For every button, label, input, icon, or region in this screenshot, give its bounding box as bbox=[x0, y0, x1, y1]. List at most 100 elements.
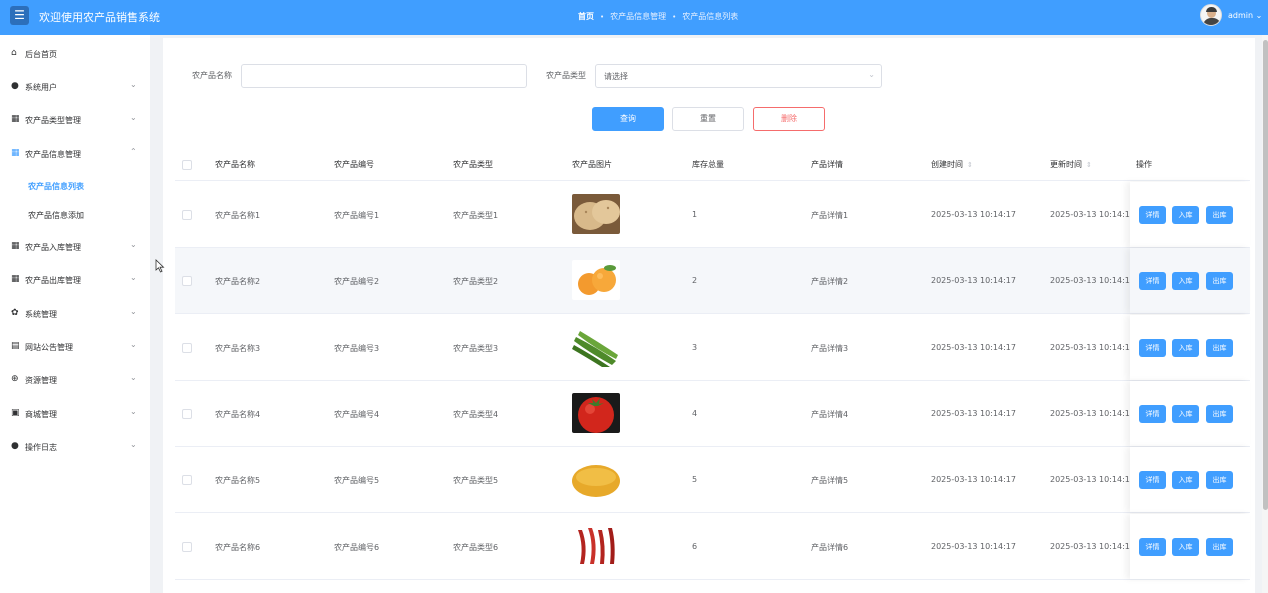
sidebar-subitem-product-list[interactable]: 农产品信息列表 bbox=[0, 176, 150, 196]
sidebar-item-product-info[interactable]: ▦ 农产品信息管理 ⌃ bbox=[0, 144, 150, 164]
sort-icon[interactable]: ⇕ bbox=[967, 161, 973, 169]
breadcrumb-home[interactable]: 首页 bbox=[578, 11, 594, 22]
cell-updated-time: 2025-03-13 10:14:17 bbox=[1050, 210, 1135, 219]
sidebar-item-system[interactable]: ✿ 系统管理 ⌄ bbox=[0, 304, 150, 324]
chili-image[interactable] bbox=[572, 525, 620, 566]
sidebar-item-stock-out[interactable]: ▦ 农产品出库管理 ⌄ bbox=[0, 270, 150, 290]
stock-out-button[interactable]: 出库 bbox=[1206, 338, 1233, 357]
home-icon: ⌂ bbox=[11, 48, 17, 58]
cell-name: 农产品名称2 bbox=[215, 277, 261, 287]
menu-toggle-icon[interactable]: ☰ bbox=[10, 6, 29, 25]
cell-stock: 3 bbox=[692, 342, 698, 352]
column-header: 农产品类型 bbox=[453, 160, 493, 169]
row-checkbox[interactable] bbox=[182, 475, 192, 486]
cell-detail: 产品详情5 bbox=[811, 476, 849, 486]
sidebar-item-label: 资源管理 bbox=[25, 376, 57, 385]
row-checkbox[interactable] bbox=[182, 541, 192, 552]
grid-icon: ▦ bbox=[11, 274, 20, 284]
stock-out-button[interactable]: 出库 bbox=[1206, 471, 1233, 490]
stock-out-button[interactable]: 出库 bbox=[1206, 537, 1233, 556]
sidebar-item-home[interactable]: ⌂ 后台首页 bbox=[0, 44, 150, 64]
column-header-sortable[interactable]: 更新时间 ⇕ bbox=[1050, 159, 1092, 170]
user-name: admin bbox=[1228, 11, 1254, 20]
sidebar-item-label: 农产品入库管理 bbox=[25, 243, 81, 252]
column-header: 库存总量 bbox=[692, 160, 724, 169]
table-row[interactable]: 农产品名称3 农产品编号3 农产品类型3 3 产品详情3 2025-03-13 10:14… bbox=[175, 314, 1250, 381]
row-checkbox[interactable] bbox=[182, 408, 192, 419]
tomato-image[interactable] bbox=[572, 392, 620, 433]
row-checkbox[interactable] bbox=[182, 210, 192, 220]
sidebar-item-resource[interactable]: ⊕ 资源管理 ⌄ bbox=[0, 370, 150, 390]
chevron-down-icon: ⌄ bbox=[130, 440, 137, 449]
stock-out-button[interactable]: 出库 bbox=[1206, 206, 1233, 224]
cell-created-time: 2025-03-13 10:14:17 bbox=[931, 276, 1016, 286]
table-row[interactable]: 农产品名称4 农产品编号4 农产品类型4 4 产品详情4 2025-03-13 10:14… bbox=[175, 380, 1250, 447]
product-type-select[interactable]: 请选择 ⌄ bbox=[595, 64, 882, 88]
cell-code: 农产品编号1 bbox=[334, 211, 380, 220]
column-header-sortable[interactable]: 创建时间 ⇕ bbox=[931, 159, 973, 170]
stock-in-button[interactable]: 入库 bbox=[1172, 471, 1199, 490]
stock-in-button[interactable]: 入库 bbox=[1172, 338, 1199, 357]
sidebar-item-notice[interactable]: ▤ 网站公告管理 ⌄ bbox=[0, 337, 150, 357]
row-actions: 详情 入库 出库 bbox=[1130, 513, 1250, 579]
table-row[interactable]: 农产品名称1 农产品编号1 农产品类型1 1 产品详情1 2025-03-13 10:14… bbox=[175, 182, 1250, 248]
sidebar-item-log[interactable]: ● 操作日志 ⌄ bbox=[0, 437, 150, 457]
okra-image[interactable] bbox=[572, 326, 620, 367]
cell-stock: 2 bbox=[692, 276, 698, 286]
cell-code: 农产品编号5 bbox=[334, 476, 380, 486]
delete-button[interactable]: 删除 bbox=[753, 107, 825, 131]
stock-in-button[interactable]: 入库 bbox=[1172, 404, 1199, 423]
breadcrumb-separator-icon: • bbox=[600, 13, 605, 21]
avatar[interactable] bbox=[1200, 4, 1222, 26]
grid-icon: ▦ bbox=[11, 148, 20, 158]
sidebar-item-system-users[interactable]: ● 系统用户 ⌄ bbox=[0, 77, 150, 97]
stock-in-button[interactable]: 入库 bbox=[1172, 272, 1199, 291]
cell-code: 农产品编号4 bbox=[334, 409, 380, 419]
cell-type: 农产品类型6 bbox=[453, 542, 499, 552]
potato-image[interactable] bbox=[572, 194, 620, 234]
sidebar-subitem-label: 农产品信息列表 bbox=[28, 182, 84, 191]
cell-type: 农产品类型5 bbox=[453, 476, 499, 486]
sidebar-item-product-type[interactable]: ▦ 农产品类型管理 ⌄ bbox=[0, 110, 150, 130]
detail-button[interactable]: 详情 bbox=[1139, 404, 1166, 423]
reset-button[interactable]: 重置 bbox=[672, 107, 744, 131]
stock-in-button[interactable]: 入库 bbox=[1172, 537, 1199, 556]
cell-name: 农产品名称6 bbox=[215, 542, 261, 552]
table-row[interactable]: 农产品名称5 农产品编号5 农产品类型5 5 产品详情5 2025-03-13 10:14… bbox=[175, 447, 1250, 514]
row-checkbox[interactable] bbox=[182, 342, 192, 353]
stock-in-button[interactable]: 入库 bbox=[1172, 206, 1199, 224]
sidebar-item-mall[interactable]: ▣ 商城管理 ⌄ bbox=[0, 404, 150, 424]
grid-icon: ▦ bbox=[11, 241, 20, 251]
plus-circle-icon: ⊕ bbox=[11, 374, 19, 384]
detail-button[interactable]: 详情 bbox=[1139, 537, 1166, 556]
user-menu[interactable]: admin ⌄ bbox=[1228, 11, 1262, 20]
breadcrumb: 首页 • 农产品信息管理 • 农产品信息列表 bbox=[578, 11, 738, 22]
sort-icon[interactable]: ⇕ bbox=[1086, 161, 1092, 169]
product-name-input[interactable] bbox=[241, 64, 527, 88]
cell-type: 农产品类型4 bbox=[453, 409, 499, 419]
query-button[interactable]: 查询 bbox=[592, 107, 664, 131]
detail-button[interactable]: 详情 bbox=[1139, 338, 1166, 357]
stock-out-button[interactable]: 出库 bbox=[1206, 272, 1233, 291]
table-row[interactable]: 农产品名称6 农产品编号6 农产品类型6 6 产品详情6 2025-03-13 10:14… bbox=[175, 513, 1250, 580]
detail-button[interactable]: 详情 bbox=[1139, 471, 1166, 490]
column-header: 产品详情 bbox=[811, 160, 843, 169]
cornmeal-image[interactable] bbox=[572, 459, 620, 500]
sidebar-item-stock-in[interactable]: ▦ 农产品入库管理 ⌄ bbox=[0, 237, 150, 257]
breadcrumb-item[interactable]: 农产品信息管理 bbox=[610, 11, 666, 22]
row-actions: 详情 入库 出库 bbox=[1130, 447, 1250, 513]
detail-button[interactable]: 详情 bbox=[1139, 206, 1166, 224]
table-row[interactable]: 农产品名称2 农产品编号2 农产品类型2 2 产品详情2 2025-03-13 10:14… bbox=[175, 248, 1250, 315]
column-header: 农产品图片 bbox=[572, 160, 612, 169]
row-checkbox[interactable] bbox=[182, 276, 192, 287]
stock-out-button[interactable]: 出库 bbox=[1206, 404, 1233, 423]
sidebar-subitem-product-add[interactable]: 农产品信息添加 bbox=[0, 205, 150, 225]
sidebar-item-label: 后台首页 bbox=[25, 50, 57, 59]
detail-button[interactable]: 详情 bbox=[1139, 272, 1166, 291]
breadcrumb-item[interactable]: 农产品信息列表 bbox=[682, 11, 738, 22]
chevron-down-icon: ⌄ bbox=[130, 340, 137, 349]
sidebar-item-label: 系统用户 bbox=[25, 83, 57, 92]
select-all-checkbox[interactable] bbox=[182, 160, 192, 170]
apricot-image[interactable] bbox=[572, 260, 620, 301]
scrollbar-thumb[interactable] bbox=[1263, 40, 1268, 510]
